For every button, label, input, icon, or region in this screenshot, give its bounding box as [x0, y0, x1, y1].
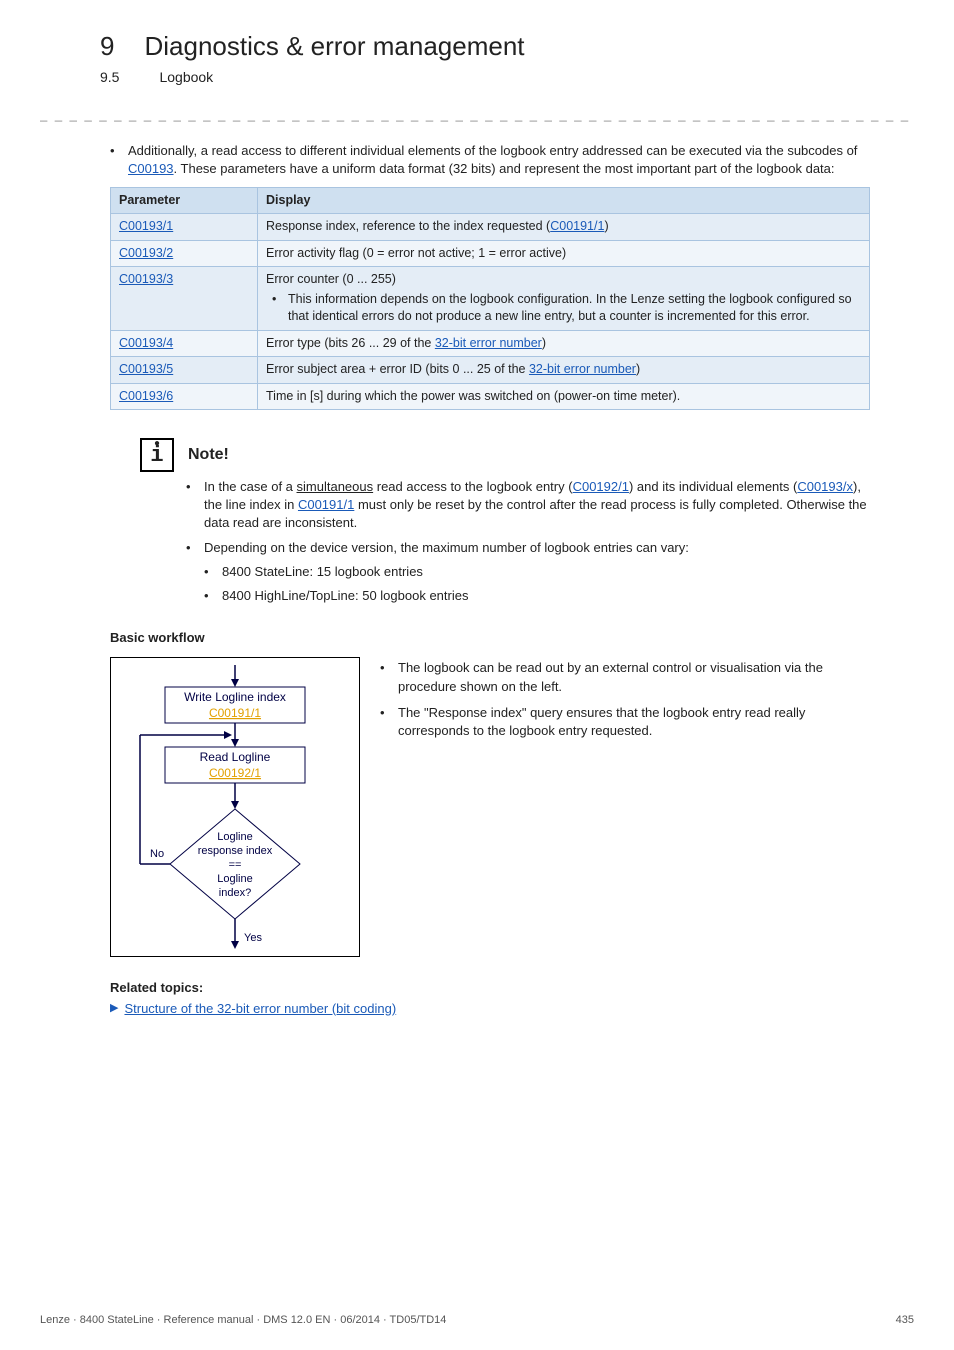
- page-number: 435: [896, 1313, 914, 1328]
- table-row: C00193/3 Error counter (0 ... 255) • Thi…: [111, 267, 870, 331]
- wf-box1-l1: Write Logline index: [184, 690, 286, 704]
- workflow-right-2: • The "Response index" query ensures tha…: [380, 704, 870, 740]
- wf-diamond-l5: index?: [219, 887, 251, 899]
- wf-diamond-l3: ==: [229, 859, 242, 871]
- note1-underline: simultaneous: [297, 479, 374, 494]
- display-post: ): [604, 219, 608, 233]
- related-link-row: ▶ Structure of the 32-bit error number (…: [110, 1000, 870, 1018]
- parameter-table: Parameter Display C00193/1 Response inde…: [110, 187, 870, 411]
- page-header: 9 Diagnostics & error management 9.5 Log…: [0, 0, 954, 96]
- note-text-1: In the case of a simultaneous read acces…: [204, 478, 870, 533]
- row3-subtext: This information depends on the logbook …: [288, 291, 861, 326]
- display-pre: Error subject area + error ID (bits 0 ..…: [266, 362, 529, 376]
- workflow-right-2-text: The "Response index" query ensures that …: [398, 704, 870, 740]
- display-pre: Error type (bits 26 ... 29 of the: [266, 336, 435, 350]
- intro-pre: Additionally, a read access to different…: [128, 143, 857, 158]
- bullet-dot: •: [186, 539, 196, 557]
- intro-post: . These parameters have a uniform data f…: [174, 161, 835, 176]
- note-link-c00192[interactable]: C00192/1: [573, 479, 629, 494]
- cell-link[interactable]: C00191/1: [550, 219, 604, 233]
- related-link[interactable]: Structure of the 32-bit error number (bi…: [124, 1000, 396, 1018]
- wf-diamond-l4: Logline: [217, 873, 252, 885]
- row3-subbullet: • This information depends on the logboo…: [266, 291, 861, 326]
- display-cell: Error subject area + error ID (bits 0 ..…: [258, 357, 870, 384]
- display-pre: Response index, reference to the index r…: [266, 219, 550, 233]
- bullet-dot: •: [272, 291, 282, 326]
- chapter-title: Diagnostics & error management: [144, 28, 524, 64]
- bullet-dot: •: [204, 563, 214, 581]
- workflow-heading: Basic workflow: [110, 629, 870, 647]
- footer-left: Lenze · 8400 StateLine · Reference manua…: [40, 1313, 446, 1328]
- display-post: ): [636, 362, 640, 376]
- wf-box1-link: C00191/1: [209, 706, 261, 720]
- bullet-dot: •: [110, 142, 120, 178]
- param-link[interactable]: C00193/5: [119, 362, 173, 376]
- wf-box2-link: C00192/1: [209, 766, 261, 780]
- info-icon-glyph: i: [150, 448, 163, 464]
- bullet-dot: •: [380, 659, 390, 695]
- workflow-row: Write Logline index C00191/1 Read Loglin…: [110, 657, 870, 957]
- table-row: C00193/6 Time in [s] during which the po…: [111, 383, 870, 410]
- section-number: 9.5: [100, 68, 119, 88]
- workflow-right-1-text: The logbook can be read out by an extern…: [398, 659, 870, 695]
- workflow-right-1: • The logbook can be read out by an exte…: [380, 659, 870, 695]
- related-heading: Related topics:: [110, 979, 870, 997]
- note1-pre: In the case of a: [204, 479, 297, 494]
- table-row: C00193/1 Response index, reference to th…: [111, 214, 870, 241]
- row3-line1: Error counter (0 ... 255): [266, 271, 861, 289]
- note-link-c00193x[interactable]: C00193/x: [797, 479, 853, 494]
- param-link[interactable]: C00193/4: [119, 336, 173, 350]
- table-row: C00193/2 Error activity flag (0 = error …: [111, 240, 870, 267]
- workflow-diagram: Write Logline index C00191/1 Read Loglin…: [110, 657, 360, 957]
- table-head-display: Display: [258, 187, 870, 214]
- link-c00193[interactable]: C00193: [128, 161, 174, 176]
- info-icon: ● i: [140, 438, 174, 472]
- table-row: C00193/4 Error type (bits 26 ... 29 of t…: [111, 330, 870, 357]
- bullet-dot: •: [186, 478, 196, 533]
- bullet-dot: •: [204, 587, 214, 605]
- param-link[interactable]: C00193/1: [119, 219, 173, 233]
- note-bullet-2: • Depending on the device version, the m…: [186, 539, 870, 557]
- bullet-dot: •: [380, 704, 390, 740]
- note1-mid1: read access to the logbook entry (: [373, 479, 572, 494]
- note-sub-2: • 8400 HighLine/TopLine: 50 logbook entr…: [204, 587, 870, 605]
- note-text-2: Depending on the device version, the max…: [204, 539, 689, 557]
- arrow-right-icon: ▶: [110, 1001, 118, 1016]
- display-cell: Time in [s] during which the power was s…: [258, 383, 870, 410]
- note-block: ● i Note! • In the case of a simultaneou…: [140, 438, 870, 605]
- display-cell: Error activity flag (0 = error not activ…: [258, 240, 870, 267]
- note-sub-2-text: 8400 HighLine/TopLine: 50 logbook entrie…: [222, 587, 468, 605]
- param-link[interactable]: C00193/3: [119, 272, 173, 286]
- cell-link[interactable]: 32-bit error number: [435, 336, 542, 350]
- display-post: ): [542, 336, 546, 350]
- note-sub-1: • 8400 StateLine: 15 logbook entries: [204, 563, 870, 581]
- param-link[interactable]: C00193/6: [119, 389, 173, 403]
- note-bullet-1: • In the case of a simultaneous read acc…: [186, 478, 870, 533]
- wf-box2-l1: Read Logline: [200, 750, 271, 764]
- separator-dashes: _ _ _ _ _ _ _ _ _ _ _ _ _ _ _ _ _ _ _ _ …: [40, 106, 914, 124]
- page-footer: Lenze · 8400 StateLine · Reference manua…: [40, 1313, 914, 1328]
- intro-text: Additionally, a read access to different…: [128, 142, 870, 178]
- wf-yes-label: Yes: [244, 932, 262, 944]
- note-title: Note!: [188, 444, 229, 466]
- page-content: • Additionally, a read access to differe…: [0, 142, 954, 1018]
- display-cell: Error type (bits 26 ... 29 of the 32-bit…: [258, 330, 870, 357]
- note-sub-1-text: 8400 StateLine: 15 logbook entries: [222, 563, 423, 581]
- section-title: Logbook: [159, 68, 213, 88]
- wf-diamond-l2: response index: [198, 845, 273, 857]
- intro-bullet: • Additionally, a read access to differe…: [110, 142, 870, 178]
- note-link-c00191[interactable]: C00191/1: [298, 497, 354, 512]
- chapter-number: 9: [100, 28, 114, 64]
- param-link[interactable]: C00193/2: [119, 246, 173, 260]
- display-cell: Error counter (0 ... 255) • This informa…: [258, 267, 870, 331]
- wf-no-label: No: [150, 848, 164, 860]
- note1-mid2: ) and its individual elements (: [629, 479, 797, 494]
- table-head-parameter: Parameter: [111, 187, 258, 214]
- cell-link[interactable]: 32-bit error number: [529, 362, 636, 376]
- wf-diamond-l1: Logline: [217, 831, 252, 843]
- workflow-text: • The logbook can be read out by an exte…: [380, 657, 870, 748]
- table-row: C00193/5 Error subject area + error ID (…: [111, 357, 870, 384]
- display-cell: Response index, reference to the index r…: [258, 214, 870, 241]
